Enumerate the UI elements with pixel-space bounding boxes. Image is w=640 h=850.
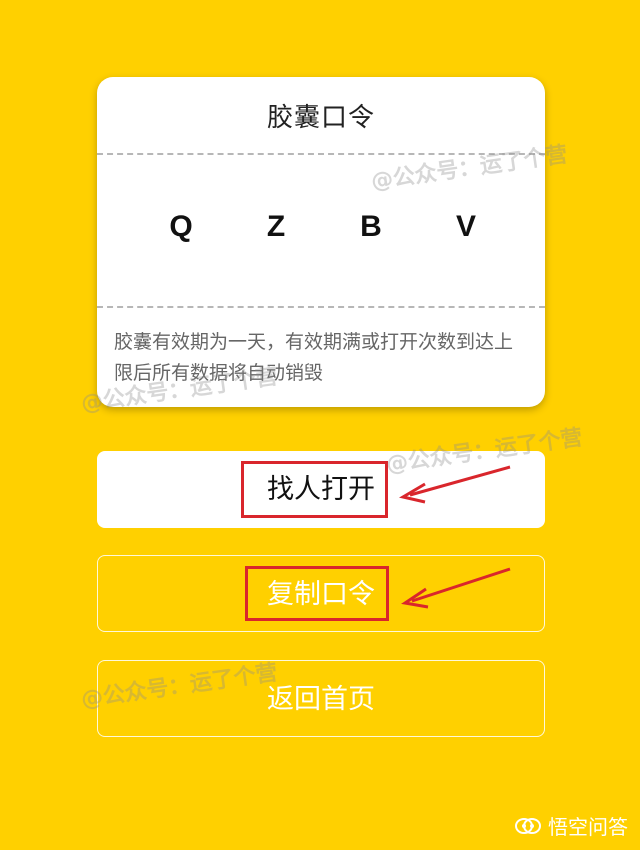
code-letter: Z bbox=[266, 210, 286, 243]
code-letter: B bbox=[360, 210, 382, 243]
code-letter: Q bbox=[169, 210, 193, 243]
wukong-logo-icon bbox=[514, 815, 542, 837]
code-letter: V bbox=[455, 210, 476, 243]
arrow-to-copy-icon bbox=[401, 567, 511, 609]
expiry-note: 胶囊有效期为一天，有效期满或打开次数到达上限后所有数据将自动销毁 bbox=[114, 331, 514, 384]
top-dashed-divider bbox=[97, 153, 545, 155]
card-title: 胶囊口令 bbox=[266, 103, 375, 133]
brand-label: 悟空问答 bbox=[548, 815, 628, 839]
code-row: Q Z B V bbox=[97, 210, 545, 250]
open-label-highlight-box bbox=[241, 461, 388, 518]
capsule-code-card: 胶囊口令 Q Z B V 胶囊有效期为一天，有效期满或打开次数到达上限后所有数据… bbox=[97, 77, 545, 407]
copy-label-highlight-box bbox=[245, 566, 389, 621]
arrow-to-open-icon bbox=[398, 465, 511, 504]
wukong-brand: 悟空问答 bbox=[514, 811, 628, 840]
back-home-label: 返回首页 bbox=[267, 684, 375, 715]
bottom-dashed-divider bbox=[97, 306, 545, 308]
back-home-button[interactable]: 返回首页 bbox=[97, 660, 545, 737]
